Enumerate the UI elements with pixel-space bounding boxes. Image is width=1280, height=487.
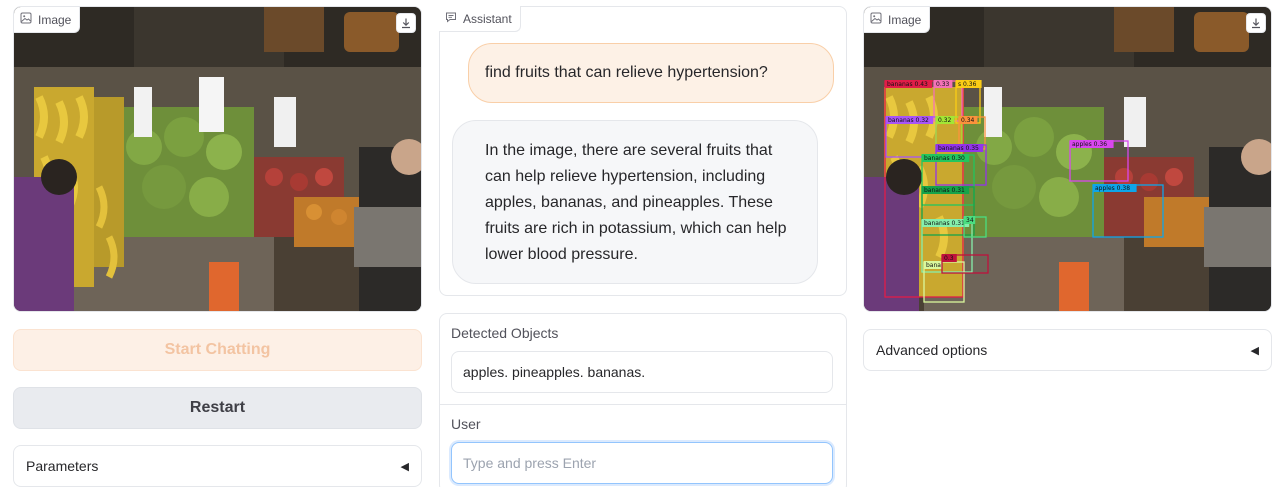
image-label-text: Image <box>38 12 72 27</box>
assistant-label-text: Assistant <box>463 11 512 26</box>
detection-label: bananas 0.43 <box>887 81 928 88</box>
detected-objects-label: Detected Objects <box>451 325 559 341</box>
collapse-arrow-icon: ◀ <box>400 460 409 473</box>
chat-icon <box>445 11 457 26</box>
user-input[interactable] <box>463 455 821 471</box>
user-input-field[interactable] <box>451 442 833 484</box>
download-icon[interactable] <box>396 13 416 33</box>
detection-label: 0.3 <box>944 255 954 262</box>
detected-objects-field[interactable]: apples. pineapples. bananas. <box>451 351 833 393</box>
collapse-arrow-icon: ◀ <box>1250 344 1259 357</box>
divider <box>439 404 847 405</box>
parameters-accordion[interactable]: Parameters ◀ <box>13 445 422 487</box>
image-label: Image <box>864 7 931 33</box>
advanced-options-label: Advanced options <box>876 342 988 358</box>
download-icon[interactable] <box>1246 13 1266 33</box>
detection-label: bananas 0.30 <box>924 155 965 162</box>
image-label: Image <box>14 7 81 33</box>
detection-label: apples 0.36 <box>1072 141 1107 148</box>
detection-label: bananas 0.35 <box>938 145 979 152</box>
user-message-bubble: find fruits that can relieve hypertensio… <box>468 43 834 103</box>
image-icon <box>870 12 882 27</box>
market-photo <box>14 7 421 311</box>
restart-button[interactable]: Restart <box>13 387 422 429</box>
detection-label: 0.34 <box>961 117 975 124</box>
detection-label: apples 0.38 <box>1095 185 1130 192</box>
user-input-label: User <box>451 416 481 432</box>
parameters-label: Parameters <box>26 458 99 474</box>
detection-label: bana <box>926 262 941 269</box>
start-chatting-button[interactable]: Start Chatting <box>13 329 422 371</box>
detection-label: bananas 0.32 <box>888 117 929 124</box>
detection-label: bananas 0.31 <box>924 187 965 194</box>
user-message-text: find fruits that can relieve hypertensio… <box>485 64 768 81</box>
assistant-message-bubble: In the image, there are several fruits t… <box>452 120 818 284</box>
detection-label: 0.32 <box>938 117 952 124</box>
detection-label: s 0.36 <box>958 81 977 88</box>
image-label-text: Image <box>888 12 922 27</box>
detection-label: 34 <box>966 217 974 224</box>
assistant-label: Assistant <box>439 6 521 32</box>
detection-label: 0.33 <box>936 81 950 88</box>
detection-label: bananas 0.31 <box>924 220 965 227</box>
detected-objects-value: apples. pineapples. bananas. <box>463 364 646 380</box>
left-image-panel: Image <box>13 6 422 312</box>
right-image-panel: bananas 0.43 0.33 s 0.36 bananas 0.32 0.32 0.… <box>863 6 1272 312</box>
assistant-message-text: In the image, there are several fruits t… <box>485 142 787 263</box>
advanced-options-accordion[interactable]: Advanced options ◀ <box>863 329 1272 371</box>
annotated-photo: bananas 0.43 0.33 s 0.36 bananas 0.32 0.32 0.… <box>864 7 1271 311</box>
image-icon <box>20 12 32 27</box>
